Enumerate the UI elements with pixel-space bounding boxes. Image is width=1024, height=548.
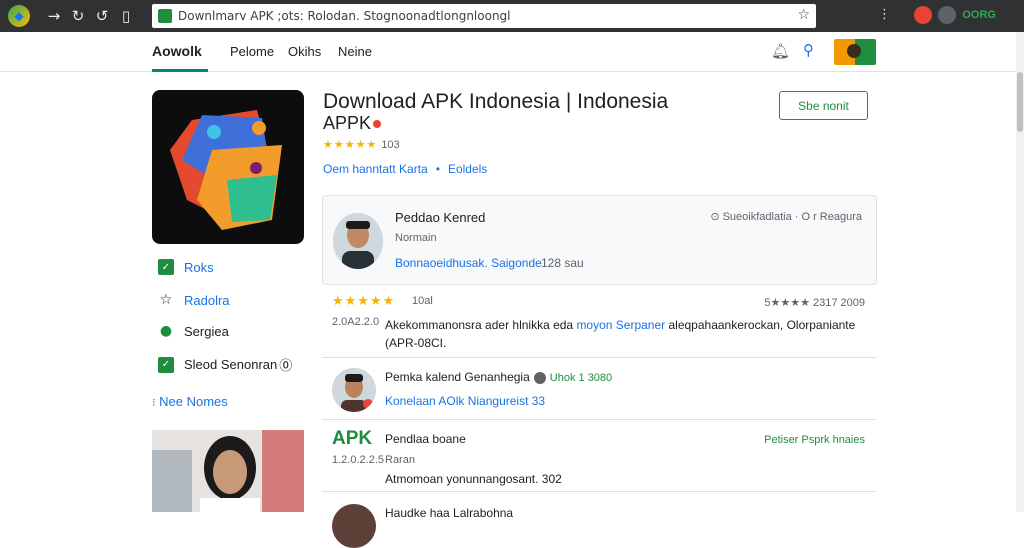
reload-icon[interactable]: ↻ xyxy=(66,4,90,28)
sidebar-item-2[interactable]: ☆ Radolra xyxy=(158,292,230,308)
page-title: Download APK Indonesia | Indonesia xyxy=(323,90,669,113)
reviewer-name[interactable]: Pemka kalend Genanhegia xyxy=(385,370,530,384)
extension-status-text: OORG xyxy=(962,9,996,21)
apk-logo: APK xyxy=(332,428,373,449)
user-avatar xyxy=(847,44,861,58)
page-scrollbar[interactable] xyxy=(1016,32,1024,512)
url-text: Downlmarv APK ;ots: Rolodan. Stognoonadt… xyxy=(178,9,511,23)
install-button[interactable]: Sbe nonit xyxy=(779,91,868,120)
profile-avatar[interactable] xyxy=(938,6,957,24)
review-date: 2.0A2.2.0 xyxy=(332,316,380,328)
bookmark-star-icon[interactable]: ☆ xyxy=(797,7,810,23)
nav-link-3[interactable]: Neine xyxy=(338,44,372,59)
forward-icon[interactable]: → xyxy=(42,4,66,28)
nav-link-1[interactable]: Pelome xyxy=(230,44,274,59)
browser-extensions: OORG xyxy=(914,6,996,24)
sidebar-more-link[interactable]: ⁝ Nee Nomes xyxy=(152,394,228,409)
app-subtitle-text: APPK xyxy=(323,113,372,133)
sidebar-item-4[interactable]: ✓ Sleod Senonran ⓪ xyxy=(158,355,292,374)
active-tab-indicator xyxy=(152,69,208,72)
review-text: Akekommanonsra ader hlnikka eda moyon Se… xyxy=(385,316,865,352)
sidebar-more-label: Nee Nomes xyxy=(159,394,228,409)
scrollbar-thumb[interactable] xyxy=(1017,72,1023,132)
reviewer-name-row: Pemka kalend Genanhegia Uhok 1 3080 xyxy=(385,370,612,384)
app-logo-graphic xyxy=(170,110,282,230)
notification-bell-icon[interactable]: 🔔︎ xyxy=(771,42,790,60)
rating-stars: ★★★★★ xyxy=(323,138,378,151)
review-score: 10al xyxy=(412,295,433,307)
apk-entry: APK 1.2.0.2.2.5 Pendlaa boane Raran Peti… xyxy=(322,428,877,492)
user-avatar-button[interactable] xyxy=(834,39,876,65)
developer-avatar[interactable] xyxy=(333,213,383,269)
developer-link[interactable]: Bonnaoeidhusak. Saigonde xyxy=(395,256,542,270)
review-item: ★★★★★ 10al 2.0A2.2.0 5★★★★ 2317 2009 Ake… xyxy=(322,294,877,358)
refresh-icon[interactable]: ↺ xyxy=(90,4,114,28)
review-text-link[interactable]: moyon Serpaner xyxy=(576,318,665,332)
app-meta-links: Oem hanntatt Karta • Eoldels xyxy=(323,162,487,176)
browser-toolbar: ◆ → ↻ ↺ ▯ Downlmarv APK ;ots: Rolodan. S… xyxy=(0,0,1024,32)
page-info-icon[interactable]: ▯ xyxy=(114,4,138,28)
review-text-part: Akekommanonsra ader hlnikka eda xyxy=(385,318,577,332)
reviewer-photo xyxy=(332,368,376,412)
extensions-icon[interactable]: ⋮ xyxy=(878,7,891,22)
address-bar[interactable]: Downlmarv APK ;ots: Rolodan. Stognoonadt… xyxy=(152,4,816,28)
apk-date: 1.2.0.2.2.5 xyxy=(332,454,384,466)
reviewer-avatar[interactable] xyxy=(332,368,376,412)
reviewer-link[interactable]: Konelaan AOlk Niangureist 33 xyxy=(385,394,545,408)
person-photo xyxy=(152,430,304,512)
browser-logo-icon[interactable]: ◆ xyxy=(8,5,30,27)
extension-red-icon[interactable] xyxy=(914,6,933,24)
sidebar-item-1[interactable]: ✓ Roks xyxy=(158,259,214,275)
site-brand[interactable]: Aowolk xyxy=(152,43,202,59)
reviewer-item: Pemka kalend Genanhegia Uhok 1 3080 Konel… xyxy=(322,368,877,420)
secure-lock-icon xyxy=(158,9,172,23)
search-icon[interactable]: ⚲ xyxy=(803,41,814,59)
developer-meta: ⊙ Sueoikfadlatia · O r Reagura xyxy=(710,211,862,223)
checkbox-icon: ✓ xyxy=(158,356,174,373)
app-subtitle: APPK xyxy=(323,113,382,134)
peek-text: Haudke haa Lalrabohna xyxy=(385,506,514,520)
app-icon xyxy=(152,90,304,244)
dots-icon: ⁝ xyxy=(152,396,156,409)
verified-badge-icon xyxy=(533,371,546,384)
checkbox-icon: ✓ xyxy=(158,259,174,275)
developer-card: Peddao Kenred Normain Bonnaoeidhusak. Sa… xyxy=(322,195,877,285)
apk-action-link[interactable]: Petiser Psprk hnaies xyxy=(764,434,865,446)
apk-description: Atmomoan yonunnangosant. 302 xyxy=(385,472,562,486)
developer-role: Normain xyxy=(395,232,437,244)
star-outline-icon: ☆ xyxy=(159,292,173,308)
sidebar-item-label: Sergiea xyxy=(184,323,229,339)
apk-sub: Raran xyxy=(385,454,415,466)
chat-bubble-icon: ● xyxy=(159,323,173,339)
sidebar-item-label: Roks xyxy=(184,259,214,275)
meta-separator: • xyxy=(435,162,440,176)
sidebar-item-suffix: ⓪ xyxy=(279,359,293,374)
app-rating: ★★★★★ 103 xyxy=(323,138,400,151)
indicator-dot-icon xyxy=(373,120,382,129)
meta-link-category[interactable]: Oem hanntatt Karta xyxy=(323,162,428,176)
promo-photo[interactable] xyxy=(152,430,304,512)
sidebar-item-3[interactable]: ● Sergiea xyxy=(158,323,229,339)
sidebar-item-label: Radolra xyxy=(184,292,230,308)
review-meta: 5★★★★ 2317 2009 xyxy=(764,297,865,309)
nav-link-2[interactable]: Okihs xyxy=(288,44,321,59)
apk-name[interactable]: Pendlaa boane xyxy=(385,432,466,446)
developer-name[interactable]: Peddao Kenred xyxy=(395,210,485,225)
developer-count: 128 sau xyxy=(541,256,584,270)
meta-link-details[interactable]: Eoldels xyxy=(448,162,487,176)
developer-photo xyxy=(333,213,383,269)
reviewer-badge-text: Uhok 1 3080 xyxy=(549,372,613,384)
rating-count: 103 xyxy=(381,138,400,151)
review-stars: ★★★★★ xyxy=(332,294,396,309)
site-header: Aowolk Pelome Okihs Neine 🔔︎ ⚲ xyxy=(0,32,1016,72)
sidebar-item-label: Sleod Senonran xyxy=(184,357,278,372)
peek-avatar[interactable] xyxy=(332,504,376,548)
